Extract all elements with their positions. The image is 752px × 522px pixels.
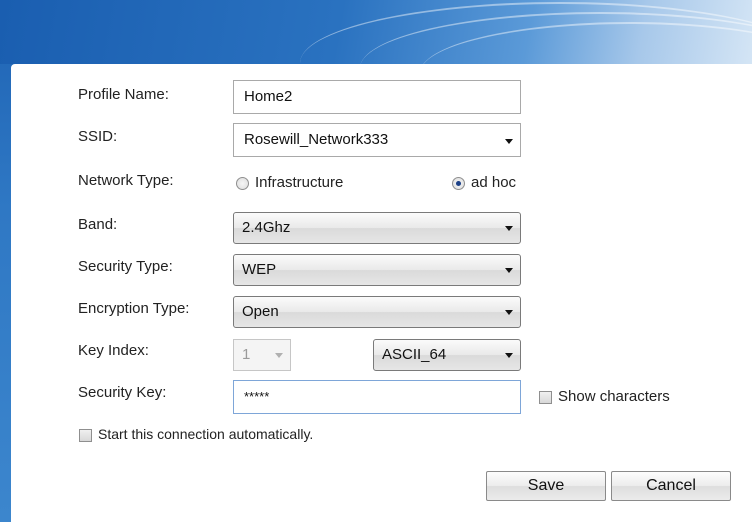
ssid-select[interactable]: Rosewill_Network333 [233, 123, 521, 157]
show-characters-checkbox[interactable] [539, 391, 552, 404]
band-select[interactable]: 2.4Ghz [233, 212, 521, 244]
key-index-label: Key Index: [78, 342, 149, 359]
chevron-down-icon [505, 353, 513, 358]
infrastructure-radio[interactable] [236, 177, 249, 190]
encryption-type-label: Encryption Type: [78, 300, 190, 317]
infrastructure-label: Infrastructure [255, 174, 344, 191]
ssid-value: Rosewill_Network333 [244, 131, 389, 148]
ssid-label: SSID: [78, 128, 118, 145]
security-type-select[interactable]: WEP [233, 254, 521, 286]
auto-connect-checkbox[interactable] [79, 429, 92, 442]
profile-settings-panel: Profile Name: Home2 SSID: Rosewill_Netwo… [11, 64, 752, 522]
save-button[interactable]: Save [486, 471, 606, 501]
key-index-value: 1 [242, 346, 251, 363]
band-label: Band: [78, 216, 118, 233]
ad-hoc-label: ad hoc [471, 174, 517, 191]
encryption-type-value: Open [242, 303, 279, 320]
chevron-down-icon [505, 310, 513, 315]
key-format-value: ASCII_64 [382, 346, 447, 363]
security-type-label: Security Type: [78, 258, 173, 275]
band-value: 2.4Ghz [242, 219, 291, 236]
key-format-select[interactable]: ASCII_64 [373, 339, 521, 371]
encryption-type-select[interactable]: Open [233, 296, 521, 328]
security-key-input[interactable]: ***** [233, 380, 521, 414]
chevron-down-icon [505, 226, 513, 231]
ad-hoc-radio[interactable] [452, 177, 465, 190]
auto-connect-label: Start this connection automatically. [98, 426, 314, 442]
cancel-button[interactable]: Cancel [611, 471, 731, 501]
chevron-down-icon [505, 139, 513, 144]
show-characters-label: Show characters [558, 388, 670, 405]
security-type-value: WEP [242, 261, 277, 278]
chevron-down-icon [505, 268, 513, 273]
profile-name-input[interactable]: Home2 [233, 80, 521, 114]
network-type-label: Network Type: [78, 172, 174, 189]
chevron-down-icon [275, 353, 283, 358]
profile-name-label: Profile Name: [78, 86, 169, 103]
header-banner [0, 0, 752, 64]
security-key-label: Security Key: [78, 384, 167, 401]
key-index-select[interactable]: 1 [233, 339, 291, 371]
